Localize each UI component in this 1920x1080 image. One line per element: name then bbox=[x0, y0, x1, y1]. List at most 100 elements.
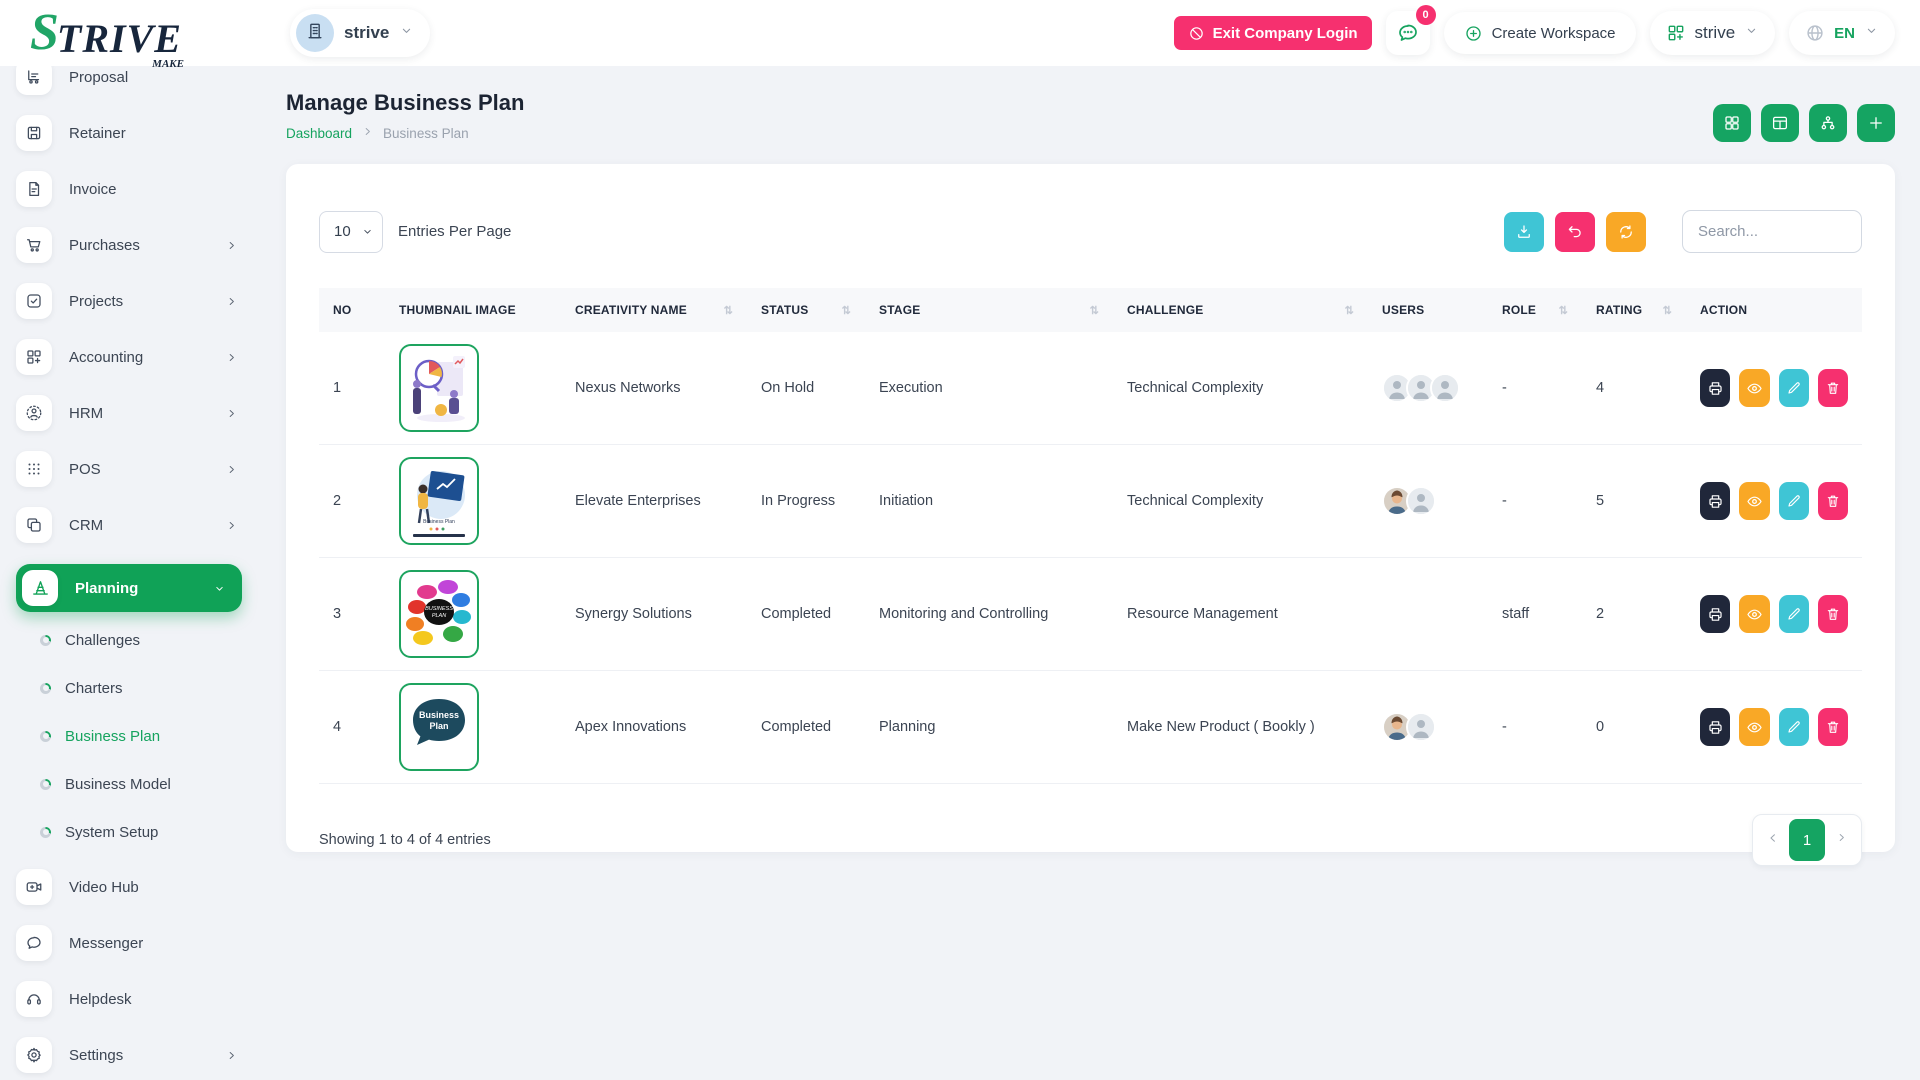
sidebar-subitem-business-model[interactable]: Business Model bbox=[40, 774, 258, 794]
cell-users bbox=[1368, 332, 1488, 445]
column-header-challenge[interactable]: CHALLENGE⇅ bbox=[1113, 288, 1368, 332]
eye-icon bbox=[1746, 719, 1763, 736]
trash-icon bbox=[1825, 493, 1841, 509]
proposal-icon bbox=[16, 66, 52, 95]
sidebar-item-purchases[interactable]: Purchases bbox=[16, 228, 242, 262]
cell-rating: 5 bbox=[1582, 445, 1686, 558]
column-header-rating[interactable]: RATING⇅ bbox=[1582, 288, 1686, 332]
print-button[interactable] bbox=[1700, 482, 1730, 520]
sidebar-item-hrm[interactable]: HRM bbox=[16, 396, 242, 430]
edit-button[interactable] bbox=[1779, 595, 1809, 633]
export-download-button[interactable] bbox=[1504, 212, 1544, 252]
printer-icon bbox=[1707, 493, 1724, 510]
pagination-prev-button[interactable] bbox=[1757, 819, 1789, 861]
crm-icon bbox=[16, 507, 52, 543]
projects-icon bbox=[16, 283, 52, 319]
chevron-right-icon bbox=[225, 463, 238, 476]
sidebar-item-proposal[interactable]: Proposal bbox=[16, 66, 242, 94]
table-view-button[interactable] bbox=[1761, 104, 1799, 142]
cell-thumbnail bbox=[385, 332, 561, 445]
column-header-stage[interactable]: STAGE⇅ bbox=[865, 288, 1113, 332]
hierarchy-view-button[interactable] bbox=[1809, 104, 1847, 142]
edit-button[interactable] bbox=[1779, 708, 1809, 746]
sidebar: Proposal Retainer Invoice Purchases Projects… bbox=[0, 66, 258, 1080]
sidebar-item-planning[interactable]: Planning bbox=[16, 564, 242, 612]
chevron-right-icon bbox=[225, 1049, 238, 1062]
sidebar-item-helpdesk[interactable]: Helpdesk bbox=[16, 982, 242, 1016]
sidebar-item-pos[interactable]: POS bbox=[16, 452, 242, 486]
accounting-icon bbox=[16, 339, 52, 375]
hrm-icon bbox=[16, 395, 52, 431]
undo-button[interactable] bbox=[1555, 212, 1595, 252]
cell-challenge: Technical Complexity bbox=[1113, 445, 1368, 558]
sort-icon: ⇅ bbox=[1345, 304, 1354, 317]
user-placeholder-avatar[interactable] bbox=[1430, 373, 1460, 403]
add-new-icon bbox=[1867, 114, 1885, 132]
plus-circle-icon bbox=[1464, 24, 1483, 43]
exit-company-login-button[interactable]: Exit Company Login bbox=[1174, 16, 1372, 50]
print-button[interactable] bbox=[1700, 595, 1730, 633]
pagination-page-1[interactable]: 1 bbox=[1789, 819, 1825, 861]
company-dropdown[interactable]: strive bbox=[1650, 11, 1776, 55]
delete-button[interactable] bbox=[1818, 595, 1848, 633]
cell-no: 1 bbox=[319, 332, 385, 445]
search-input[interactable] bbox=[1682, 210, 1862, 253]
sidebar-item-settings[interactable]: Settings bbox=[16, 1038, 242, 1072]
sidebar-item-projects[interactable]: Projects bbox=[16, 284, 242, 318]
thumbnail-image[interactable]: BusinessPlan bbox=[399, 683, 479, 771]
cell-rating: 4 bbox=[1582, 332, 1686, 445]
delete-button[interactable] bbox=[1818, 369, 1848, 407]
user-placeholder-avatar[interactable] bbox=[1406, 486, 1436, 516]
view-button[interactable] bbox=[1739, 369, 1769, 407]
view-button[interactable] bbox=[1739, 595, 1769, 633]
delete-button[interactable] bbox=[1818, 482, 1848, 520]
edit-button[interactable] bbox=[1779, 482, 1809, 520]
pencil-icon bbox=[1786, 719, 1802, 735]
video-icon bbox=[16, 869, 52, 905]
thumbnail-image[interactable]: BUSINESSPLAN bbox=[399, 570, 479, 658]
sidebar-item-messenger[interactable]: Messenger bbox=[16, 926, 242, 960]
sidebar-subitem-challenges[interactable]: Challenges bbox=[40, 630, 258, 650]
column-header-role[interactable]: ROLE⇅ bbox=[1488, 288, 1582, 332]
undo-icon bbox=[1566, 223, 1584, 241]
edit-button[interactable] bbox=[1779, 369, 1809, 407]
sidebar-item-retainer[interactable]: Retainer bbox=[16, 116, 242, 150]
grid-view-button[interactable] bbox=[1713, 104, 1751, 142]
thumbnail-image[interactable]: Business Plan bbox=[399, 457, 479, 545]
entries-per-page-label: Entries Per Page bbox=[398, 223, 511, 240]
sidebar-subitem-system-setup[interactable]: System Setup bbox=[40, 822, 258, 842]
pagination-next-button[interactable] bbox=[1825, 819, 1857, 861]
sidebar-subitem-charters[interactable]: Charters bbox=[40, 678, 258, 698]
workspace-selector[interactable]: strive bbox=[290, 9, 430, 57]
logo-text: TRIVE bbox=[57, 19, 182, 59]
column-header-status[interactable]: STATUS⇅ bbox=[747, 288, 865, 332]
view-button[interactable] bbox=[1739, 708, 1769, 746]
cell-creativity-name: Synergy Solutions bbox=[561, 558, 747, 671]
view-button[interactable] bbox=[1739, 482, 1769, 520]
sidebar-item-invoice[interactable]: Invoice bbox=[16, 172, 242, 206]
breadcrumb: Dashboard Business Plan bbox=[286, 125, 524, 141]
print-button[interactable] bbox=[1700, 708, 1730, 746]
sidebar-item-crm[interactable]: CRM bbox=[16, 508, 242, 542]
print-button[interactable] bbox=[1700, 369, 1730, 407]
entries-per-page-select[interactable]: 10 bbox=[319, 211, 383, 253]
language-dropdown[interactable]: EN bbox=[1789, 11, 1895, 55]
create-workspace-button[interactable]: Create Workspace bbox=[1444, 12, 1636, 54]
chat-button[interactable]: 0 bbox=[1386, 11, 1430, 55]
sidebar-subitem-business-plan[interactable]: Business Plan bbox=[40, 726, 258, 746]
messenger-icon bbox=[16, 925, 52, 961]
delete-button[interactable] bbox=[1818, 708, 1848, 746]
sidebar-item-accounting[interactable]: Accounting bbox=[16, 340, 242, 374]
refresh-button[interactable] bbox=[1606, 212, 1646, 252]
cell-no: 2 bbox=[319, 445, 385, 558]
eye-icon bbox=[1746, 380, 1763, 397]
column-header-creativity-name[interactable]: CREATIVITY NAME⇅ bbox=[561, 288, 747, 332]
add-new-button[interactable] bbox=[1857, 104, 1895, 142]
breadcrumb-dashboard-link[interactable]: Dashboard bbox=[286, 126, 352, 141]
sidebar-item-video-hub[interactable]: Video Hub bbox=[16, 870, 242, 904]
cell-no: 3 bbox=[319, 558, 385, 671]
main-content: Manage Business Plan Dashboard Business … bbox=[258, 66, 1920, 1080]
thumbnail-image[interactable] bbox=[399, 344, 479, 432]
user-placeholder-avatar[interactable] bbox=[1406, 712, 1436, 742]
entries-summary: Showing 1 to 4 of 4 entries bbox=[319, 832, 491, 848]
